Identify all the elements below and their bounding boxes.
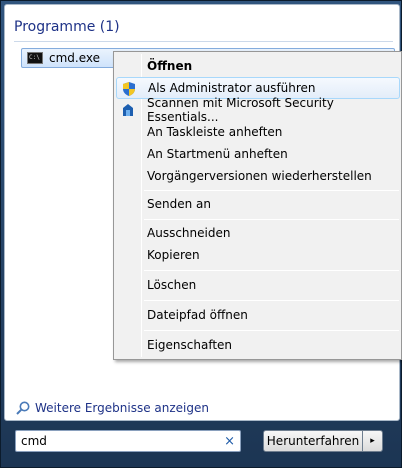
context-menu: Öffnen Als Administrator ausführen Scann…	[113, 51, 402, 360]
menu-separator	[144, 300, 399, 301]
menu-item-cut[interactable]: Ausschneiden	[116, 222, 400, 244]
menu-item-pin-taskbar[interactable]: An Taskleiste anheften	[116, 121, 400, 143]
menu-separator	[144, 270, 399, 271]
menu-item-properties[interactable]: Eigenschaften	[116, 334, 400, 356]
shutdown-button[interactable]: Herunterfahren	[263, 430, 363, 452]
clear-search-icon[interactable]: ×	[224, 434, 235, 449]
menu-separator	[144, 330, 399, 331]
menu-item-open-file-location[interactable]: Dateipfad öffnen	[116, 304, 400, 326]
shutdown-options-arrow-icon[interactable]: ▸	[363, 430, 383, 452]
menu-item-label: Als Administrator ausführen	[148, 81, 316, 95]
menu-item-send-to[interactable]: Senden an	[116, 193, 400, 215]
group-divider	[14, 41, 393, 42]
menu-item-scan-mse[interactable]: Scannen mit Microsoft Security Essential…	[116, 96, 400, 124]
menu-separator	[144, 219, 399, 220]
menu-item-label: Scannen mit Microsoft Security Essential…	[147, 96, 334, 124]
menu-separator	[144, 190, 399, 191]
magnifier-icon	[16, 401, 30, 415]
security-essentials-icon	[123, 104, 133, 116]
more-results-label: Weitere Ergebnisse anzeigen	[35, 401, 209, 415]
menu-item-pin-startmenu[interactable]: An Startmenü anheften	[116, 143, 400, 165]
menu-item-open[interactable]: Öffnen	[116, 55, 400, 77]
result-label: cmd.exe	[49, 51, 101, 65]
menu-item-copy[interactable]: Kopieren	[116, 244, 400, 266]
cmd-icon: C:\	[27, 52, 43, 64]
menu-item-restore-versions[interactable]: Vorgängerversionen wiederherstellen	[116, 165, 400, 187]
shutdown-group: Herunterfahren ▸	[263, 430, 383, 452]
results-group-title: Programme (1)	[14, 19, 120, 35]
search-input[interactable]	[21, 434, 211, 448]
uac-shield-icon	[123, 82, 135, 96]
menu-item-delete[interactable]: Löschen	[116, 274, 400, 296]
more-results-link[interactable]: Weitere Ergebnisse anzeigen	[15, 400, 209, 416]
search-field[interactable]: ×	[15, 430, 241, 452]
